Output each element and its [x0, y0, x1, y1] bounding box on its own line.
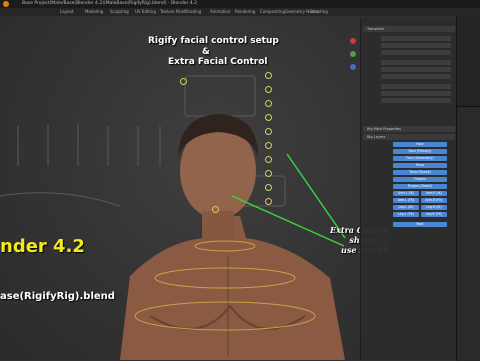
- window-title: Base Project/Male/Base(Blender 4.2)(Male…: [22, 1, 198, 6]
- scale-x[interactable]: [381, 84, 451, 89]
- control-ring[interactable]: [265, 198, 272, 205]
- location-z[interactable]: [381, 50, 451, 55]
- rig-layer-button[interactable]: Fingers (Detail): [393, 184, 447, 189]
- rig-layer-button[interactable]: Root: [393, 222, 447, 227]
- overlay-heading-amp: &: [202, 47, 210, 57]
- control-ring[interactable]: [265, 156, 272, 163]
- location-x[interactable]: [381, 36, 451, 41]
- rig-layer-button[interactable]: Torso: [393, 163, 447, 168]
- outliner[interactable]: [456, 16, 480, 106]
- rotation-w[interactable]: [381, 60, 451, 65]
- rig-layer-button[interactable]: Leg.R (IK): [421, 205, 447, 210]
- rig-layer-button[interactable]: Face (Secondary): [393, 156, 447, 161]
- control-ring[interactable]: [265, 100, 272, 107]
- bone-props-header[interactable]: Rig Main Properties: [363, 126, 455, 132]
- rig-layer-button[interactable]: Torso (Tweak): [393, 170, 447, 175]
- bone-widgets-layer: [0, 75, 346, 360]
- rig-layers-header[interactable]: Rig Layers: [363, 134, 455, 140]
- window-title-bar: Base Project/Male/Base(Blender 4.2)(Male…: [0, 0, 480, 8]
- control-ring[interactable]: [265, 114, 272, 121]
- control-ring[interactable]: [180, 78, 187, 85]
- workspace-tab[interactable]: Compositing: [260, 8, 285, 16]
- rig-layer-button[interactable]: Arm.L (FK): [393, 198, 419, 203]
- location-y[interactable]: [381, 43, 451, 48]
- scale-y[interactable]: [381, 91, 451, 96]
- version-label: nder 4.2: [0, 236, 85, 257]
- filename-label: ase(RigifyRig).blend: [0, 291, 115, 302]
- rig-layer-button[interactable]: Leg.R (FK): [421, 212, 447, 217]
- overlay-heading-1: Rigify facial control setup: [148, 36, 279, 46]
- control-ring[interactable]: [265, 170, 272, 177]
- rig-layer-button[interactable]: Arm.L (IK): [393, 191, 419, 196]
- control-ring[interactable]: [265, 86, 272, 93]
- sidebar-n-panel: Transform Rig Main Properties Rig Layers…: [360, 18, 457, 360]
- control-ring[interactable]: [265, 72, 272, 79]
- rotation-x[interactable]: [381, 67, 451, 72]
- character-body: [120, 114, 345, 360]
- workspace-tab[interactable]: Rendering: [235, 8, 255, 16]
- workspace-tab[interactable]: Sculpting: [110, 8, 129, 16]
- workspace-tab[interactable]: Shading: [185, 8, 201, 16]
- workspace-tab[interactable]: UV Editing: [135, 8, 156, 16]
- rig-layer-button[interactable]: Leg.L (IK): [393, 205, 419, 210]
- control-ring[interactable]: [265, 142, 272, 149]
- workspace-tabs: Layout Modeling Sculpting UV Editing Texture…: [0, 8, 480, 16]
- workspace-tab[interactable]: Modeling: [85, 8, 103, 16]
- gizmo-axis-icon[interactable]: [346, 36, 360, 76]
- control-ring[interactable]: [265, 184, 272, 191]
- rig-layer-button[interactable]: Leg.L (FK): [393, 212, 419, 217]
- rig-layer-button[interactable]: Fingers: [393, 177, 447, 182]
- control-ring[interactable]: [212, 206, 219, 213]
- workspace-tab[interactable]: Texture Paint: [160, 8, 186, 16]
- rig-layer-button[interactable]: Arm.R (FK): [421, 198, 447, 203]
- rig-layer-button[interactable]: Face: [393, 142, 447, 147]
- transform-header[interactable]: Transform: [363, 26, 455, 32]
- rotation-y[interactable]: [381, 74, 451, 79]
- workspace-tab[interactable]: Scripting: [310, 8, 328, 16]
- control-ring[interactable]: [265, 128, 272, 135]
- blender-logo-icon: [3, 1, 9, 7]
- overlay-heading-2: Extra Facial Control: [168, 57, 268, 67]
- workspace-tab[interactable]: Layout: [60, 8, 74, 16]
- scale-z[interactable]: [381, 98, 451, 103]
- properties-editor[interactable]: [456, 106, 480, 361]
- rig-layer-button[interactable]: Arm.R (IK): [421, 191, 447, 196]
- 3d-viewport[interactable]: Rigify facial control setup & Extra Faci…: [0, 16, 388, 360]
- workspace-tab[interactable]: Animation: [210, 8, 230, 16]
- rig-layer-button[interactable]: Face (Primary): [393, 149, 447, 154]
